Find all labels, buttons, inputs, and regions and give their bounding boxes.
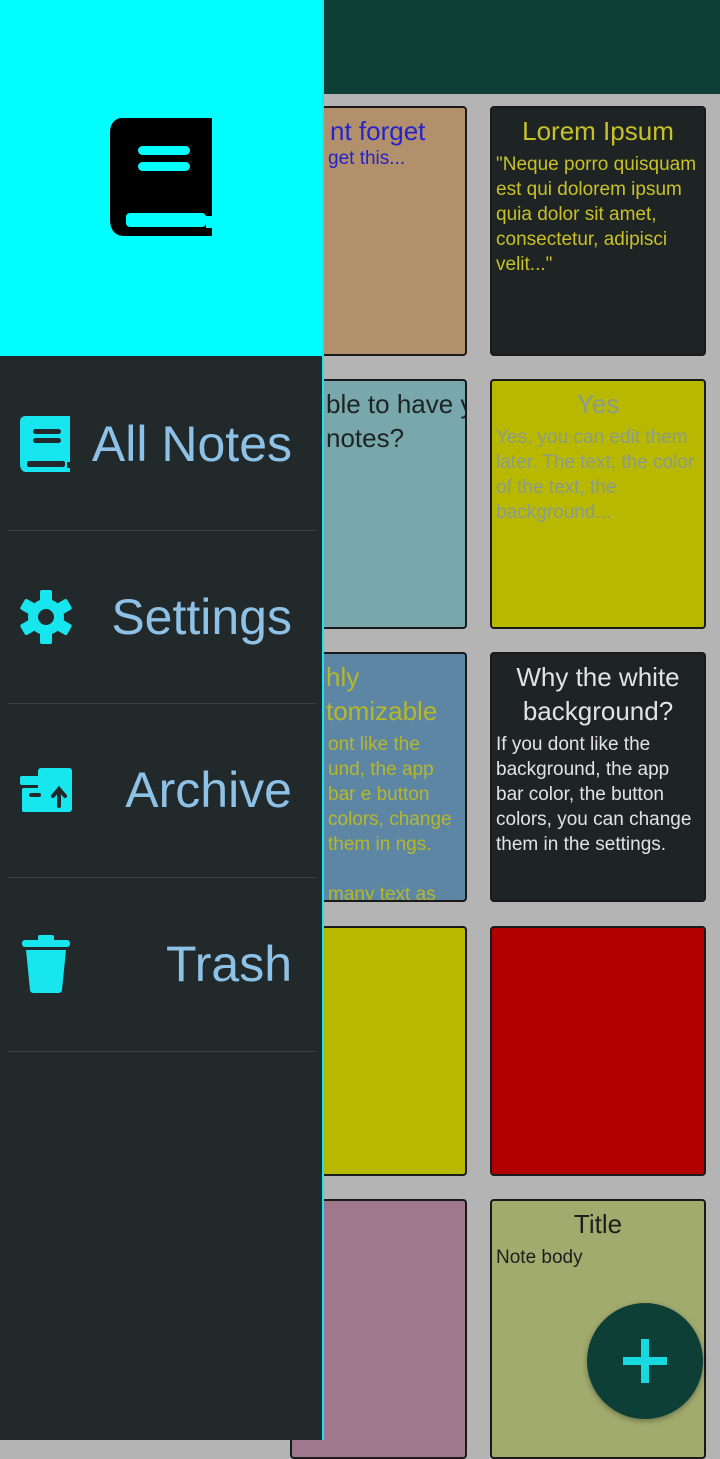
drawer-item-label: All Notes (91, 416, 292, 472)
gear-icon (20, 590, 72, 644)
navigation-drawer: All Notes Settings Archive Trash (0, 0, 324, 1440)
note-body: Note body (496, 1247, 583, 1268)
drawer-item-trash[interactable]: Trash (0, 878, 322, 1050)
trash-icon (22, 935, 70, 993)
note-title: Yes (576, 389, 620, 419)
note-title: Why the white background? (516, 662, 680, 726)
drawer-item-settings[interactable]: Settings (0, 531, 322, 703)
note-body: "Neque porro quisquam est qui dolorem ip… (496, 154, 697, 275)
note-card[interactable]: Why the white background? If you dont li… (490, 652, 706, 902)
drawer-header (0, 0, 324, 356)
note-card[interactable] (490, 926, 706, 1176)
drawer-item-all-notes[interactable]: All Notes (0, 358, 322, 530)
note-title: Lorem Ipsum (522, 116, 674, 146)
add-note-button[interactable] (587, 1303, 703, 1419)
drawer-item-archive[interactable]: Archive (0, 704, 322, 876)
note-title: Title (573, 1209, 623, 1239)
archive-icon (20, 768, 72, 812)
note-card[interactable]: Yes Yes, you can edit them later. The te… (490, 379, 706, 629)
note-card[interactable]: Lorem Ipsum "Neque porro quisquam est qu… (490, 106, 706, 356)
divider (8, 1051, 316, 1052)
drawer-edge (322, 0, 324, 1440)
drawer-item-label: Archive (125, 762, 292, 818)
note-body: Yes, you can edit them later. The text, … (496, 427, 695, 523)
note-body: If you dont like the background, the app… (496, 734, 692, 855)
drawer-item-label: Settings (111, 589, 292, 645)
drawer-item-label: Trash (166, 936, 292, 992)
book-icon (20, 416, 70, 472)
book-icon (110, 118, 212, 236)
plus-icon (623, 1339, 667, 1383)
